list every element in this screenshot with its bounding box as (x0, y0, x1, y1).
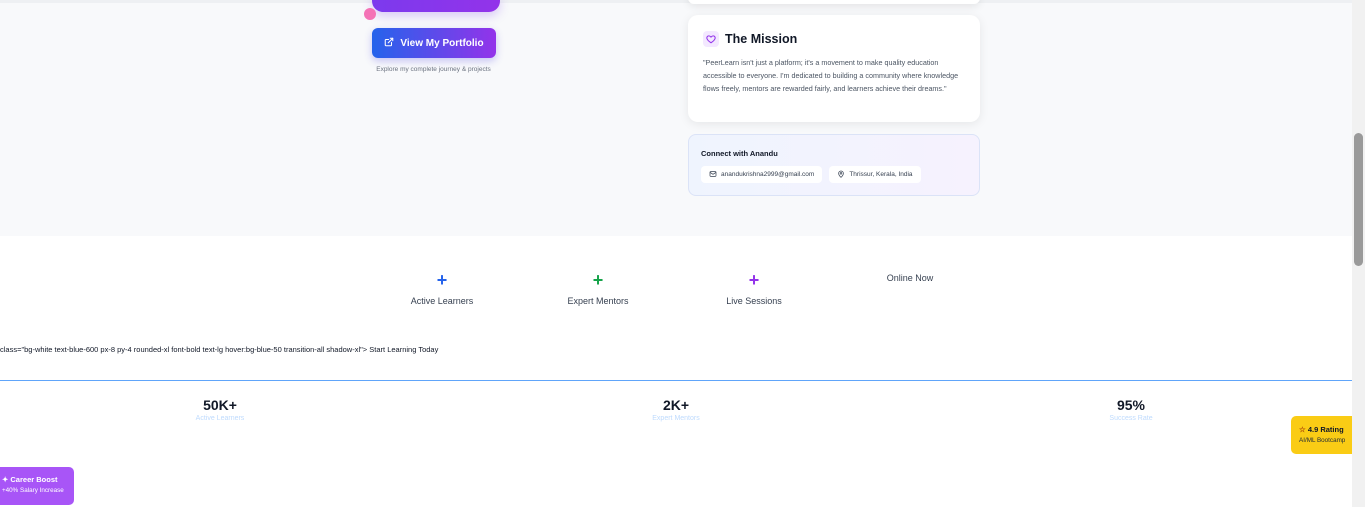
star-icon: ☆ (1299, 425, 1306, 434)
career-subtitle: +40% Salary Increase (2, 487, 64, 494)
feature-label: Expert Mentors (567, 296, 629, 306)
connect-title: Connect with Anandu (701, 149, 778, 158)
map-pin-icon (837, 170, 845, 180)
portfolio-caption: Explore my complete journey & projects (376, 66, 491, 73)
stat-value: 50K+ (203, 397, 237, 413)
stat-label: Active Learners (195, 415, 245, 422)
connect-card: Connect with Anandu anandukrishna2999@gm… (688, 134, 980, 196)
rating-subtitle: AI/ML Bootcamp (1299, 437, 1346, 444)
feature-active-learners: + Active Learners (382, 270, 502, 306)
stat-success-rate: 95% Success Rate (1031, 397, 1231, 422)
stat-value: 2K+ (662, 397, 690, 413)
about-section (0, 0, 1352, 236)
feature-label: Live Sessions (726, 296, 782, 306)
email-text: anandukrishna2999@gmail.com (721, 171, 815, 178)
email-chip[interactable]: anandukrishna2999@gmail.com (701, 166, 823, 183)
mail-icon (709, 170, 717, 180)
cut-off-purple-button[interactable] (372, 0, 500, 12)
view-portfolio-label: View My Portfolio (400, 37, 484, 49)
feature-label: Active Learners (410, 296, 474, 306)
rating-badge: ☆ 4.9 Rating AI/ML Bootcamp (1291, 416, 1352, 454)
stat-label: Success Rate (1109, 415, 1153, 422)
stat-value: 95% (1116, 397, 1146, 413)
feature-live-sessions: + Live Sessions (694, 270, 814, 306)
stat-active-learners: 50K+ Active Learners (120, 397, 320, 422)
rating-title-row: ☆ 4.9 Rating (1299, 425, 1352, 434)
rating-title: 4.9 Rating (1307, 425, 1344, 434)
mission-title: The Mission (725, 32, 798, 46)
mission-card: The Mission "PeerLearn isn't just a plat… (688, 15, 980, 122)
mission-text: "PeerLearn isn't just a platform; it's a… (703, 58, 959, 93)
mission-header: The Mission (703, 31, 965, 47)
leaked-markup-text: class="bg-white text-blue-600 px-8 py-4 … (0, 345, 439, 354)
sparkle-icon: ✦ (2, 475, 9, 484)
scrollbar-thumb[interactable] (1354, 133, 1363, 266)
page: View My Portfolio Explore my complete jo… (0, 0, 1365, 507)
section-top-edge (0, 0, 1352, 3)
career-boost-badge: ✦ Career Boost +40% Salary Increase (0, 467, 74, 505)
plus-icon: + (436, 270, 448, 290)
plus-icon: + (592, 270, 604, 290)
heart-icon (703, 31, 719, 47)
view-portfolio-button[interactable]: View My Portfolio (372, 28, 496, 58)
external-link-icon (384, 37, 394, 50)
feature-expert-mentors: + Expert Mentors (538, 270, 658, 306)
contact-chips: anandukrishna2999@gmail.com Thrissur, Ke… (701, 166, 967, 183)
plus-icon: + (748, 270, 760, 290)
online-now-label: Online Now (886, 273, 934, 283)
location-chip: Thrissur, Kerala, India (829, 166, 921, 183)
career-title: Career Boost (10, 475, 58, 484)
career-title-row: ✦ Career Boost (2, 475, 74, 484)
decorative-pink-dot (364, 8, 376, 20)
cut-off-card (688, 0, 980, 4)
divider-line (0, 380, 1352, 381)
stat-label: Expert Mentors (652, 415, 700, 422)
stat-expert-mentors: 2K+ Expert Mentors (576, 397, 776, 422)
location-text: Thrissur, Kerala, India (849, 171, 913, 178)
